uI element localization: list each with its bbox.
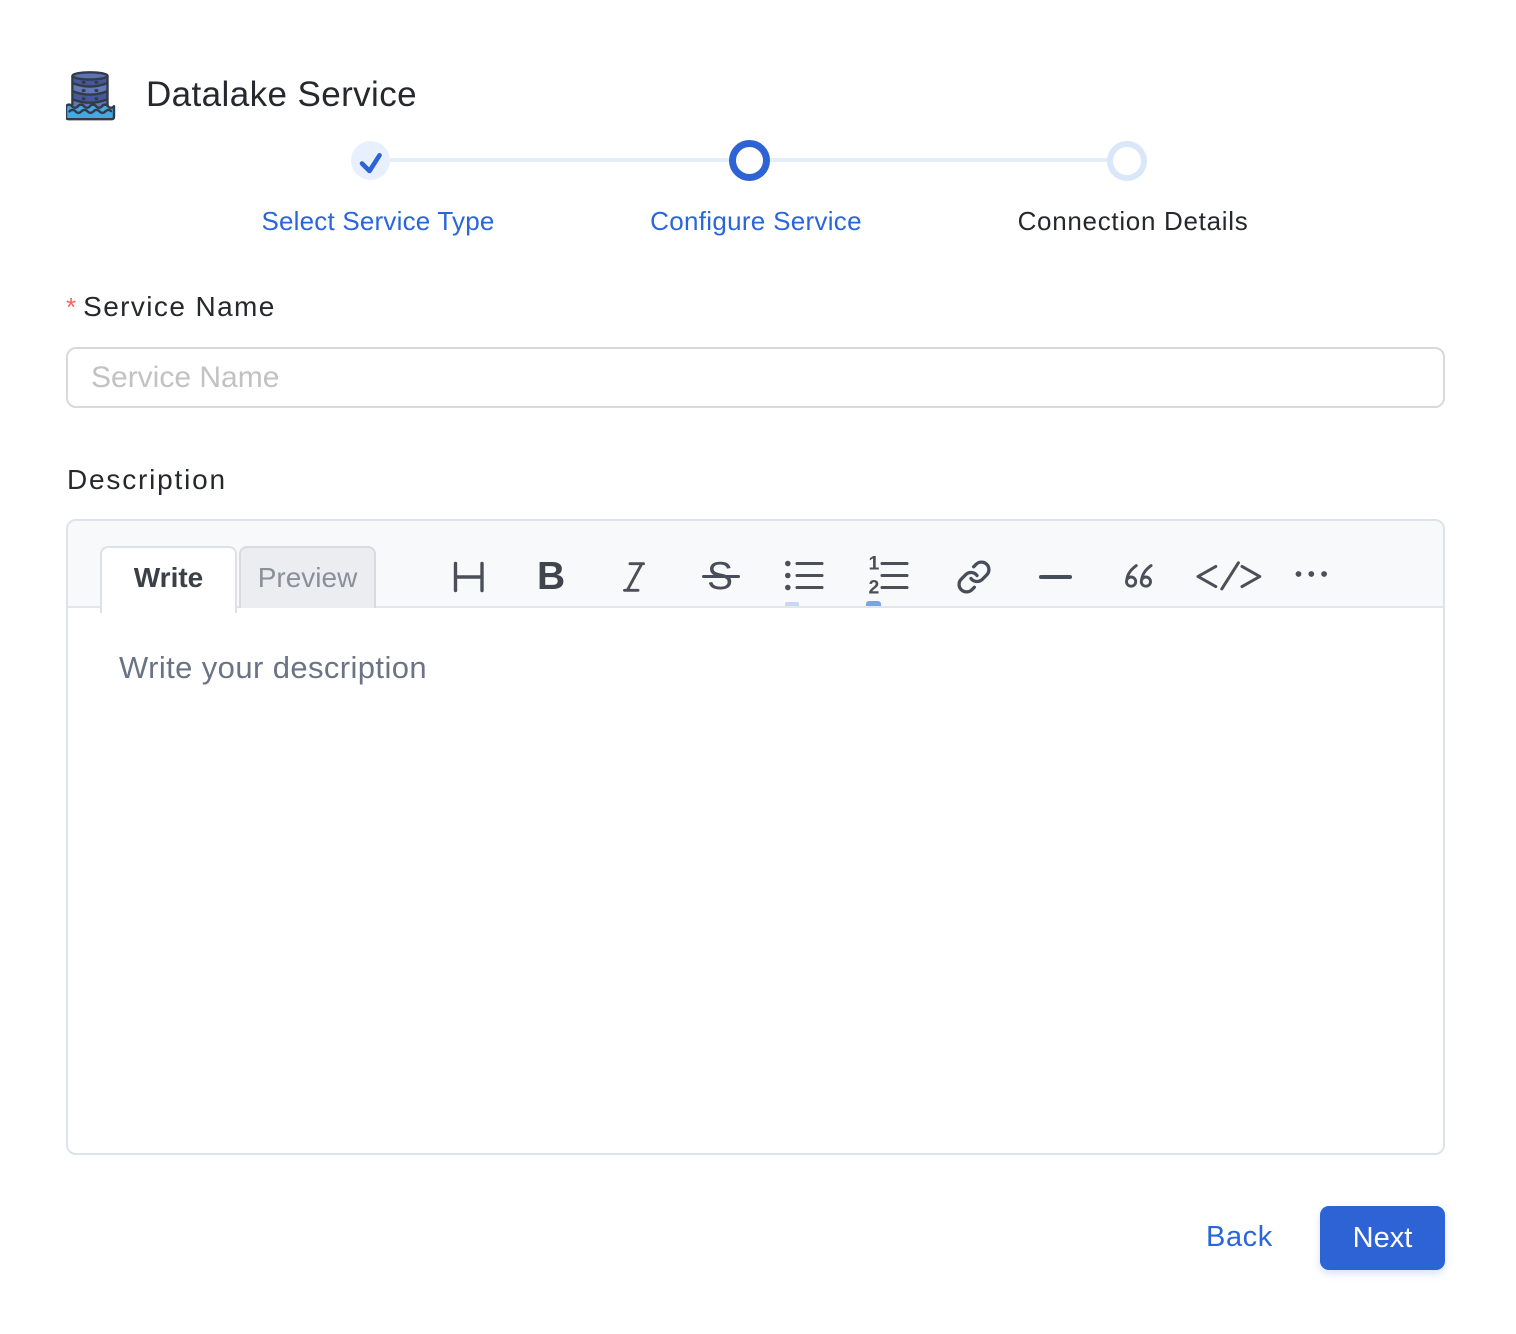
svg-text:1: 1	[869, 556, 880, 575]
svg-text:2: 2	[869, 577, 880, 599]
